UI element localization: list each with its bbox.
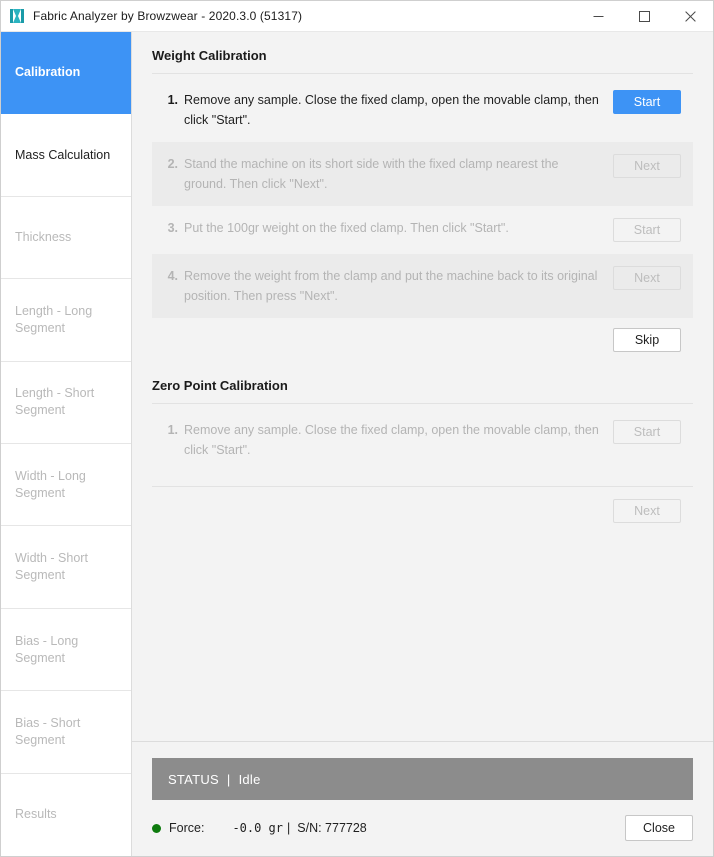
sidebar-item-length-long-segment[interactable]: Length - Long Segment (1, 279, 131, 362)
weight-step-3-start-button[interactable]: Start (613, 218, 681, 242)
sidebar-item-thickness[interactable]: Thickness (1, 196, 131, 280)
step-number: 1. (167, 93, 178, 107)
step-row: 1. Remove any sample. Close the fixed cl… (152, 78, 693, 142)
calibration-panel: Weight Calibration 1. Remove any sample.… (132, 32, 713, 741)
sidebar-item-label: Thickness (15, 230, 72, 245)
zero-point-calibration-actions: Next (152, 486, 693, 531)
sidebar-item-bias-long-segment[interactable]: Bias - Long Segment (1, 608, 131, 692)
step-number: 1. (167, 423, 178, 437)
minimize-button[interactable] (575, 1, 621, 31)
weight-calibration-steps: 1. Remove any sample. Close the fixed cl… (152, 78, 693, 318)
skip-button[interactable]: Skip (613, 328, 681, 352)
fabric-roll-icon (10, 9, 24, 23)
step-number: 2. (167, 157, 178, 171)
step-instruction: Remove any sample. Close the fixed clamp… (184, 423, 599, 457)
close-icon (684, 10, 696, 22)
step-row: 4. Remove the weight from the clamp and … (152, 254, 693, 318)
step-instruction: Remove the weight from the clamp and put… (184, 269, 598, 303)
step-row: 2. Stand the machine on its short side w… (152, 142, 693, 206)
step-instruction: Stand the machine on its short side with… (184, 157, 559, 191)
sidebar-item-length-short-segment[interactable]: Length - Short Segment (1, 361, 131, 445)
status-label: STATUS (168, 771, 219, 787)
sidebar-item-label: Calibration (15, 65, 81, 80)
weight-step-2-next-button[interactable]: Next (613, 154, 681, 178)
status-panel: STATUS | Idle (132, 741, 713, 800)
maximize-button[interactable] (621, 1, 667, 31)
sidebar-item-label: Bias - Short Segment (15, 715, 81, 747)
application-window: Fabric Analyzer by Browzwear - 2020.3.0 … (0, 0, 714, 857)
sidebar-item-results[interactable]: Results (1, 773, 131, 856)
status-value: Idle (238, 771, 261, 787)
maximize-icon (638, 10, 650, 22)
step-number: 3. (167, 221, 178, 235)
zero-step-1-start-button[interactable]: Start (613, 420, 681, 444)
connection-status-dot (152, 823, 161, 833)
sidebar-item-label: Width - Long Segment (15, 468, 86, 500)
step-instruction: Remove any sample. Close the fixed clamp… (184, 93, 599, 127)
sidebar-item-label: Width - Short Segment (15, 551, 88, 583)
serial-number: S/N: 777728 (297, 821, 367, 835)
step-number: 4. (167, 269, 178, 283)
title-bar: Fabric Analyzer by Browzwear - 2020.3.0 … (1, 1, 713, 32)
footer-separator: | (287, 821, 291, 835)
sidebar-item-width-short-segment[interactable]: Width - Short Segment (1, 526, 131, 609)
close-button[interactable]: Close (625, 815, 693, 841)
weight-step-1-start-button[interactable]: Start (613, 90, 681, 114)
window-controls (575, 1, 713, 31)
step-row: 3. Put the 100gr weight on the fixed cla… (152, 206, 693, 254)
sidebar-item-label: Mass Calculation (15, 147, 111, 162)
footer-bar: Force: -0.0 gr | S/N: 777728 Close (132, 800, 713, 856)
main-content: Weight Calibration 1. Remove any sample.… (132, 32, 713, 856)
sidebar-item-label: Length - Short Segment (15, 386, 95, 418)
close-window-button[interactable] (667, 1, 713, 31)
force-value: -0.0 gr (232, 821, 284, 835)
minimize-icon (593, 15, 603, 17)
sidebar-navigation: Calibration Mass Calculation Thickness L… (1, 32, 132, 856)
zero-point-next-button[interactable]: Next (613, 499, 681, 523)
force-label: Force: (169, 821, 205, 835)
window-title: Fabric Analyzer by Browzwear - 2020.3.0 … (33, 9, 303, 23)
zero-point-calibration-steps: 1. Remove any sample. Close the fixed cl… (152, 408, 693, 472)
step-instruction: Put the 100gr weight on the fixed clamp.… (184, 221, 509, 235)
zero-point-calibration-heading: Zero Point Calibration (152, 360, 693, 404)
window-body: Calibration Mass Calculation Thickness L… (1, 32, 713, 856)
sidebar-item-label: Length - Long Segment (15, 303, 93, 335)
sidebar-item-label: Bias - Long Segment (15, 633, 79, 665)
sidebar-item-mass-calculation[interactable]: Mass Calculation (1, 114, 131, 197)
weight-step-4-next-button[interactable]: Next (613, 266, 681, 290)
sidebar-item-width-long-segment[interactable]: Width - Long Segment (1, 444, 131, 527)
weight-calibration-actions: Skip (152, 318, 693, 360)
step-row: 1. Remove any sample. Close the fixed cl… (152, 408, 693, 472)
status-bar: STATUS | Idle (152, 758, 693, 800)
sidebar-item-bias-short-segment[interactable]: Bias - Short Segment (1, 691, 131, 774)
status-separator: | (226, 771, 231, 787)
sidebar-item-calibration[interactable]: Calibration (1, 32, 131, 115)
sidebar-item-label: Results (15, 807, 57, 822)
weight-calibration-heading: Weight Calibration (152, 32, 693, 74)
